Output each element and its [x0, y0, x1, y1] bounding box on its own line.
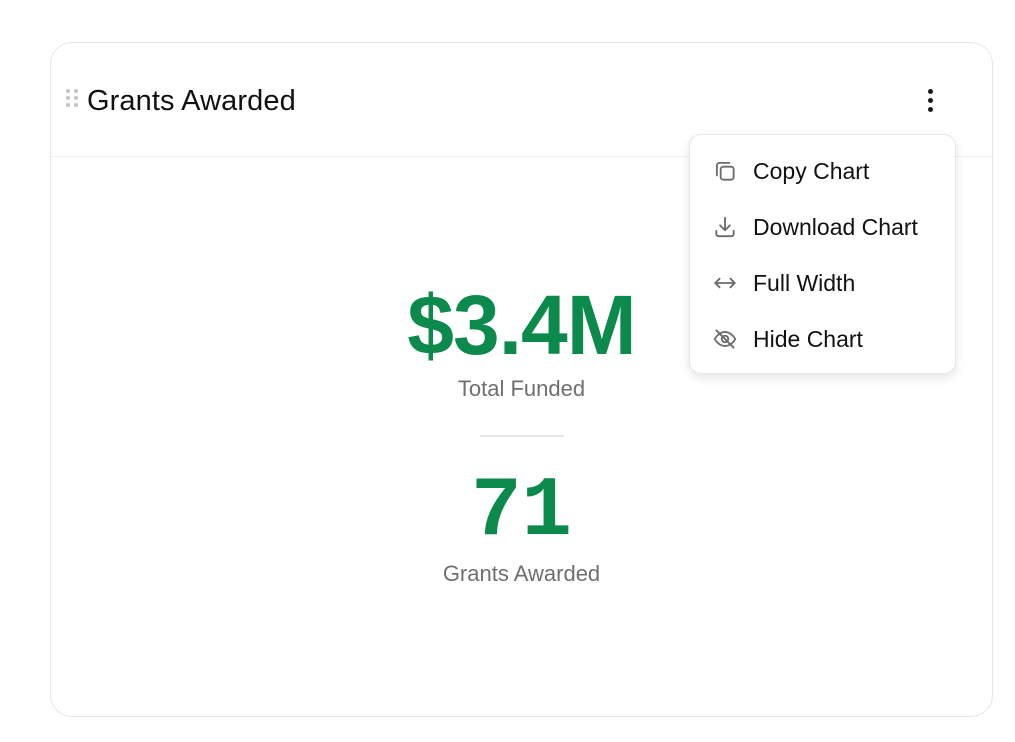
menu-item-label: Full Width [753, 269, 856, 296]
more-options-button[interactable] [915, 81, 945, 119]
copy-icon [712, 158, 738, 184]
menu-item-label: Hide Chart [753, 325, 863, 352]
eye-off-icon [712, 326, 738, 352]
menu-item-full-width[interactable]: Full Width [690, 255, 955, 311]
kebab-dot [927, 106, 933, 112]
menu-item-download-chart[interactable]: Download Chart [690, 199, 955, 255]
menu-item-label: Download Chart [753, 213, 918, 240]
menu-item-copy-chart[interactable]: Copy Chart [690, 143, 955, 199]
grants-awarded-value: 71 [471, 465, 572, 560]
menu-item-hide-chart[interactable]: Hide Chart [690, 311, 955, 367]
arrows-horizontal-icon [712, 270, 738, 296]
download-icon [712, 214, 738, 240]
grants-awarded-label: Grants Awarded [442, 561, 601, 586]
card-title: Grants Awarded [87, 85, 296, 117]
kebab-dot [927, 88, 933, 94]
chart-options-menu: Copy Chart Download Chart Full Width Hid… [689, 134, 956, 374]
total-funded-label: Total Funded [457, 376, 586, 401]
drag-handle-icon[interactable] [66, 89, 78, 111]
metric-divider [480, 435, 564, 437]
menu-item-label: Copy Chart [753, 157, 870, 184]
kebab-dot [927, 97, 933, 103]
